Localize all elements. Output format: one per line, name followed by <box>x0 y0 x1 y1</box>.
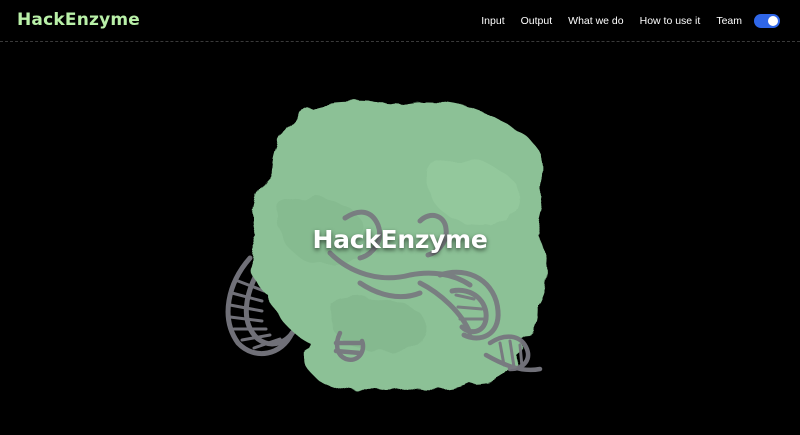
nav-link-team[interactable]: Team <box>716 15 742 27</box>
hero-title: HackEnzyme <box>312 225 488 254</box>
nav-link-output[interactable]: Output <box>521 15 553 27</box>
top-navbar: HackEnzyme Input Output What we do How t… <box>0 0 800 42</box>
nav-links: Input Output What we do How to use it Te… <box>481 0 800 42</box>
toggle-knob <box>768 16 778 26</box>
theme-toggle[interactable] <box>754 14 780 28</box>
nav-link-input[interactable]: Input <box>481 15 504 27</box>
brand-logo[interactable]: HackEnzyme <box>17 10 140 30</box>
nav-link-what-we-do[interactable]: What we do <box>568 15 623 27</box>
nav-link-how-to-use-it[interactable]: How to use it <box>640 15 701 27</box>
hero-section: HackEnzyme <box>0 43 800 435</box>
